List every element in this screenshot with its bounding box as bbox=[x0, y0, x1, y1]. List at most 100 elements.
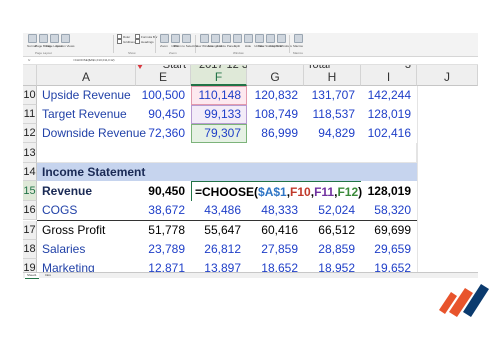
ribbon-caption: Window bbox=[233, 51, 244, 55]
cell-g12[interactable]: 86,999 bbox=[247, 124, 304, 143]
cell-i11[interactable]: 128,019 bbox=[361, 105, 417, 124]
column-i-title-cut: 3 bbox=[404, 65, 411, 71]
cell-g19[interactable]: 18,652 bbox=[247, 259, 304, 272]
row-header-13[interactable]: 13 bbox=[23, 143, 37, 163]
cell-i19[interactable]: 19,652 bbox=[361, 259, 417, 272]
custom-views-button[interactable]: Custom Views bbox=[55, 34, 75, 48]
gridlines-checkbox[interactable]: Gridlines bbox=[117, 39, 135, 44]
macros-button[interactable]: Macros bbox=[293, 34, 303, 48]
row-header-14[interactable]: 14 bbox=[23, 163, 37, 181]
row-header-19[interactable]: 19 bbox=[23, 259, 37, 272]
row-header-17[interactable]: 17 bbox=[23, 221, 37, 240]
zoom-icon bbox=[159, 34, 169, 43]
zoom-selection-button[interactable]: Zoom to Selection bbox=[174, 34, 198, 48]
cell-f12[interactable]: 79,307 bbox=[191, 124, 247, 143]
cell-a18[interactable]: Salaries bbox=[37, 240, 136, 259]
formula-bar[interactable]: fx =CHOOSE($A$1,F10,F11,F12) bbox=[23, 57, 478, 65]
cell-h10[interactable]: 131,707 bbox=[304, 86, 361, 105]
cell-i10[interactable]: 142,244 bbox=[361, 86, 417, 105]
fx-icon: fx bbox=[28, 58, 31, 62]
column-header-f[interactable]: F 2017 12 31 bbox=[191, 65, 254, 86]
cell-f16[interactable]: 43,486 bbox=[191, 201, 247, 220]
column-h-title-cut: Total bbox=[307, 65, 331, 71]
column-header-i[interactable]: I 3 bbox=[361, 65, 417, 86]
cell-f19[interactable]: 13,897 bbox=[191, 259, 247, 272]
page-layout-icon bbox=[49, 34, 59, 43]
cell-a12[interactable]: Downside Revenue bbox=[37, 124, 146, 143]
cell-i17[interactable]: 69,699 bbox=[361, 221, 417, 240]
split-button[interactable]: Split bbox=[232, 34, 242, 48]
cell-g16[interactable]: 48,333 bbox=[247, 201, 304, 220]
cell-g18[interactable]: 27,859 bbox=[247, 240, 304, 259]
cell-f15-editing[interactable]: =CHOOSE($A$1,F10,F11,F12) bbox=[191, 181, 362, 201]
freeze-panes-button[interactable]: Freeze Panes bbox=[217, 34, 235, 48]
row-header-10[interactable]: 10 bbox=[23, 86, 37, 105]
column-header-g[interactable]: G bbox=[247, 65, 304, 86]
column-header-a[interactable]: A bbox=[37, 65, 136, 86]
worksheet-grid[interactable]: A E Start F 2017 12 31 G H Total I 3 J 1… bbox=[23, 65, 478, 272]
cell-g11[interactable]: 108,749 bbox=[247, 105, 304, 124]
row-13-empty[interactable] bbox=[37, 143, 417, 163]
ribbon-separator bbox=[155, 35, 156, 53]
cell-e12[interactable]: 72,360 bbox=[136, 124, 191, 143]
cell-e18[interactable]: 23,789 bbox=[136, 240, 191, 259]
column-header-e[interactable]: E Start bbox=[136, 65, 191, 86]
cell-f17[interactable]: 55,647 bbox=[191, 221, 247, 240]
cell-h17[interactable]: 66,512 bbox=[304, 221, 361, 240]
hide-icon bbox=[243, 34, 253, 43]
row-header-18[interactable]: 18 bbox=[23, 240, 37, 259]
cell-e10[interactable]: 100,500 bbox=[136, 86, 191, 105]
cell-a16[interactable]: COGS bbox=[37, 201, 136, 220]
cell-h11[interactable]: 118,537 bbox=[304, 105, 361, 124]
new-window-icon bbox=[199, 34, 209, 43]
cell-a10[interactable]: Upside Revenue bbox=[37, 86, 136, 105]
cell-a19[interactable]: Marketing bbox=[37, 259, 136, 272]
column-header-j[interactable]: J bbox=[417, 65, 478, 86]
switch-windows-icon bbox=[276, 34, 286, 43]
cell-g17[interactable]: 60,416 bbox=[247, 221, 304, 240]
headings-checkbox[interactable]: Headings bbox=[135, 39, 154, 44]
switch-windows-button[interactable]: Switch Windows bbox=[270, 34, 292, 48]
cell-e16[interactable]: 38,672 bbox=[136, 201, 191, 220]
cell-i16[interactable]: 58,320 bbox=[361, 201, 417, 220]
cell-h16[interactable]: 52,024 bbox=[304, 201, 361, 220]
cell-i12[interactable]: 102,416 bbox=[361, 124, 417, 143]
cell-g10[interactable]: 120,832 bbox=[247, 86, 304, 105]
cell-e17[interactable]: 51,778 bbox=[136, 221, 191, 240]
column-header-h[interactable]: H Total bbox=[304, 65, 361, 86]
checkbox-box bbox=[117, 39, 122, 44]
formula-arg-f11: F11 bbox=[314, 185, 335, 199]
cell-a17[interactable]: Gross Profit bbox=[37, 221, 136, 240]
select-all-corner[interactable] bbox=[23, 65, 37, 86]
zoom-selection-icon bbox=[181, 34, 191, 43]
cell-a15[interactable]: Revenue bbox=[37, 181, 136, 201]
cell-h19[interactable]: 18,952 bbox=[304, 259, 361, 272]
cell-h12[interactable]: 94,829 bbox=[304, 124, 361, 143]
column-j-empty[interactable] bbox=[417, 86, 478, 272]
cell-e15[interactable]: 90,450 bbox=[136, 181, 191, 201]
zoom-button[interactable]: Zoom bbox=[159, 34, 169, 48]
cell-i18[interactable]: 29,659 bbox=[361, 240, 417, 259]
row-header-12[interactable]: 12 bbox=[23, 124, 37, 143]
row-header-11[interactable]: 11 bbox=[23, 105, 37, 124]
column-e-title-cut: Start bbox=[162, 65, 186, 71]
normal-view-icon bbox=[27, 34, 37, 43]
row-header-16[interactable]: 16 bbox=[23, 201, 37, 220]
cell-a14-section-title[interactable]: Income Statement bbox=[37, 163, 157, 181]
custom-views-icon bbox=[60, 34, 70, 43]
cell-a11[interactable]: Target Revenue bbox=[37, 105, 136, 124]
cell-i15[interactable]: 128,019 bbox=[361, 181, 417, 201]
sheet-tab-bar: Sheet1 Intro bbox=[23, 272, 478, 279]
formula-bar-text[interactable]: =CHOOSE($A$1,F10,F11,F12) bbox=[68, 58, 115, 62]
formula-arg-f10: F10 bbox=[290, 185, 311, 199]
row-header-15[interactable]: 15 bbox=[23, 181, 37, 201]
sheet-tab-1[interactable]: Sheet1 bbox=[25, 273, 39, 279]
cell-f18[interactable]: 26,812 bbox=[191, 240, 247, 259]
sheet-tab-2[interactable]: Intro bbox=[43, 273, 53, 278]
cell-e11[interactable]: 90,450 bbox=[136, 105, 191, 124]
cell-h18[interactable]: 28,859 bbox=[304, 240, 361, 259]
hide-button[interactable]: Hide bbox=[243, 34, 253, 48]
cell-f11[interactable]: 99,133 bbox=[191, 105, 247, 124]
cell-e19[interactable]: 12,871 bbox=[136, 259, 191, 272]
cell-f10[interactable]: 110,148 bbox=[191, 86, 247, 105]
